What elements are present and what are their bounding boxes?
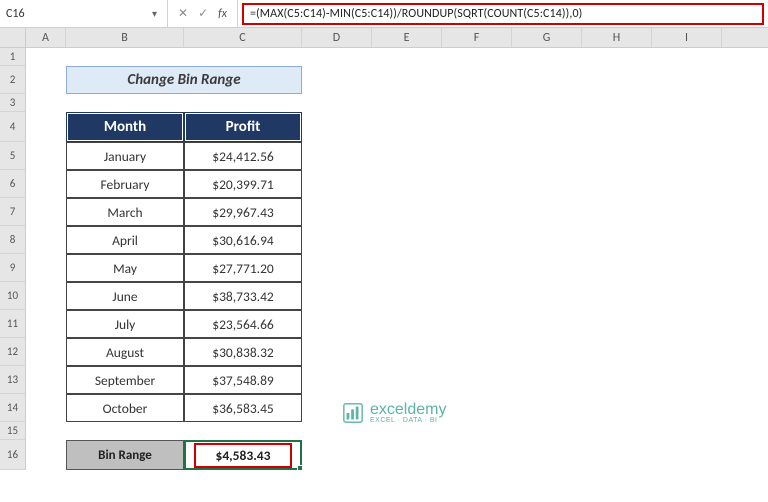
name-box[interactable]: C16 ▾ — [0, 0, 168, 27]
col-header-I[interactable]: I — [652, 28, 722, 47]
row-header-10[interactable]: 10 — [0, 282, 26, 310]
table-cell[interactable]: $30,616.94 — [184, 226, 302, 254]
enter-icon[interactable]: ✓ — [198, 6, 208, 21]
table-cell[interactable]: September — [66, 366, 184, 394]
table-cell[interactable]: $38,733.42 — [184, 282, 302, 310]
row-header-2[interactable]: 2 — [0, 66, 26, 94]
col-header-B[interactable]: B — [66, 28, 184, 47]
row-header-9[interactable]: 9 — [0, 254, 26, 282]
formula-text: =(MAX(C5:C14)-MIN(C5:C14))/ROUNDUP(SQRT(… — [250, 7, 582, 21]
table-cell[interactable]: July — [66, 310, 184, 338]
table-cell[interactable]: October — [66, 394, 184, 422]
table-header-month: Month — [66, 112, 184, 142]
chevron-down-icon[interactable]: ▾ — [148, 7, 161, 20]
row-header-11[interactable]: 11 — [0, 310, 26, 338]
table-cell[interactable]: $37,548.89 — [184, 366, 302, 394]
row-header-1[interactable]: 1 — [0, 48, 26, 66]
row-header-12[interactable]: 12 — [0, 338, 26, 366]
table-cell[interactable]: June — [66, 282, 184, 310]
table-cell[interactable]: $30,838.32 — [184, 338, 302, 366]
col-header-A[interactable]: A — [26, 28, 66, 47]
table-cell[interactable]: August — [66, 338, 184, 366]
logo-icon — [342, 402, 364, 424]
table-cell[interactable]: May — [66, 254, 184, 282]
row-header-15[interactable]: 15 — [0, 422, 26, 440]
row-header-4[interactable]: 4 — [0, 112, 26, 142]
formula-input[interactable]: =(MAX(C5:C14)-MIN(C5:C14))/ROUNDUP(SQRT(… — [242, 3, 764, 25]
fill-handle[interactable] — [297, 465, 303, 471]
row-header-14[interactable]: 14 — [0, 394, 26, 422]
col-header-G[interactable]: G — [512, 28, 582, 47]
table-cell[interactable]: $27,771.20 — [184, 254, 302, 282]
table-cell[interactable]: $29,967.43 — [184, 198, 302, 226]
column-headers: ABCDEFGHI — [0, 28, 768, 48]
col-header-D[interactable]: D — [302, 28, 372, 47]
row-header-13[interactable]: 13 — [0, 366, 26, 394]
table-cell[interactable]: $20,399.71 — [184, 170, 302, 198]
watermark: exceldemy EXCEL · DATA · BI — [342, 401, 446, 424]
table-cell[interactable]: March — [66, 198, 184, 226]
name-box-value: C16 — [6, 7, 25, 21]
bin-range-label: Bin Range — [66, 440, 184, 470]
table-cell[interactable]: January — [66, 142, 184, 170]
row-header-16[interactable]: 16 — [0, 440, 26, 470]
page-title: Change Bin Range — [66, 66, 302, 94]
table-cell[interactable]: April — [66, 226, 184, 254]
table-cell[interactable]: $36,583.45 — [184, 394, 302, 422]
row-header-7[interactable]: 7 — [0, 198, 26, 226]
row-headers: 12345678910111213141516 — [0, 48, 26, 470]
watermark-tagline: EXCEL · DATA · BI — [370, 417, 446, 424]
cancel-icon[interactable]: ✕ — [178, 6, 188, 21]
col-header-H[interactable]: H — [582, 28, 652, 47]
col-header-E[interactable]: E — [372, 28, 442, 47]
row-header-3[interactable]: 3 — [0, 94, 26, 112]
table-cell[interactable]: $24,412.56 — [184, 142, 302, 170]
row-header-6[interactable]: 6 — [0, 170, 26, 198]
select-all-corner[interactable] — [0, 28, 26, 47]
row-header-8[interactable]: 8 — [0, 226, 26, 254]
col-header-C[interactable]: C — [184, 28, 302, 47]
bin-range-value: $4,583.43 — [194, 443, 293, 468]
fx-icon[interactable]: fx — [218, 7, 227, 21]
table-cell[interactable]: $23,564.66 — [184, 310, 302, 338]
col-header-F[interactable]: F — [442, 28, 512, 47]
table-cell[interactable]: February — [66, 170, 184, 198]
formula-bar: C16 ▾ ✕ ✓ fx =(MAX(C5:C14)-MIN(C5:C14))/… — [0, 0, 768, 28]
formula-bar-buttons: ✕ ✓ fx — [168, 0, 238, 27]
bin-range-cell[interactable]: $4,583.43 — [184, 440, 302, 470]
row-header-5[interactable]: 5 — [0, 142, 26, 170]
table-header-profit: Profit — [184, 112, 302, 142]
